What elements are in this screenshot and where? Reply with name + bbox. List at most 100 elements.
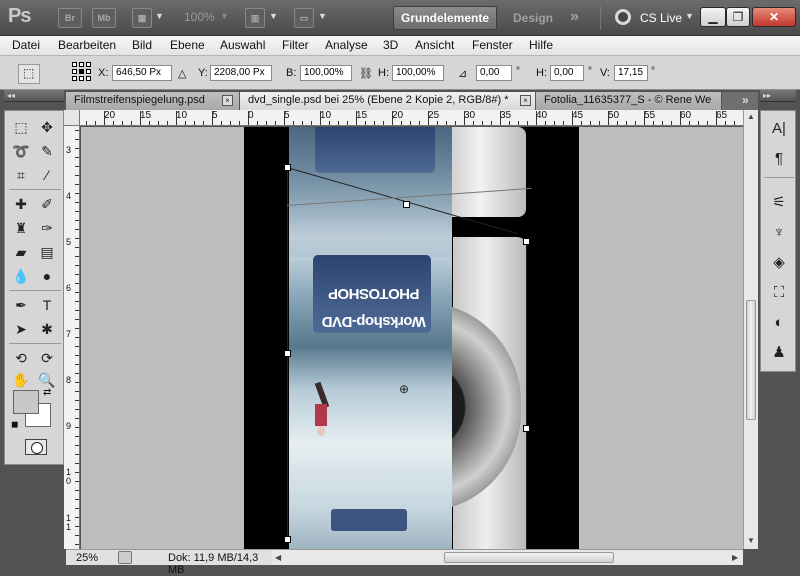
width-scale-field[interactable]: 100,00% <box>300 65 352 81</box>
menu-bearbeiten[interactable]: Bearbeiten <box>58 38 116 52</box>
toolbox-collapse-bar[interactable]: ◂◂ <box>4 90 64 102</box>
paragraph-panel-icon[interactable]: ¶ <box>767 147 791 169</box>
view-extras-button[interactable]: ▦ <box>132 8 152 28</box>
ruler-origin[interactable] <box>64 110 80 126</box>
marquee-tool-icon[interactable]: ⬚ <box>10 116 32 138</box>
chevron-down-icon[interactable]: ▼ <box>269 11 278 21</box>
chevron-down-icon[interactable]: ▼ <box>220 11 229 21</box>
scroll-up-icon[interactable]: ▲ <box>747 112 755 121</box>
move-tool-icon[interactable]: ✥ <box>36 116 58 138</box>
tab-filmstreifenspiegelung[interactable]: Filmstreifenspiegelung.psd <box>66 92 240 110</box>
transform-handle[interactable] <box>403 201 410 208</box>
tool-preset-picker[interactable]: ⬚ <box>18 64 40 84</box>
vertical-ruler[interactable]: 3 4 5 6 7 8 9 10 11 <box>64 126 80 549</box>
type-tool-icon[interactable]: T <box>36 294 58 316</box>
mini-bridge-button[interactable]: Mb <box>92 8 116 28</box>
clone-source-panel-icon[interactable]: ♟ <box>767 341 791 363</box>
relative-position-icon[interactable]: △ <box>178 67 186 80</box>
character-panel-icon[interactable]: A| <box>767 117 791 139</box>
more-tabs-button[interactable]: » <box>742 93 749 107</box>
y-position-field[interactable]: 2208,00 Px <box>210 65 272 81</box>
horizontal-skew-field[interactable]: 0,00 <box>550 65 584 81</box>
quick-selection-tool-icon[interactable]: ✎ <box>36 140 58 162</box>
menu-filter[interactable]: Filter <box>282 38 309 52</box>
3d-orbit-tool-icon[interactable]: ⟳ <box>36 347 58 369</box>
scroll-right-icon[interactable]: ▶ <box>732 553 738 562</box>
scroll-left-icon[interactable]: ◀ <box>275 553 281 562</box>
history-brush-tool-icon[interactable]: ✑ <box>36 217 58 239</box>
styles-panel-icon[interactable]: ◐ <box>767 311 791 333</box>
status-info-icon[interactable] <box>118 551 132 564</box>
close-tab-button[interactable]: × <box>520 95 531 106</box>
quick-mask-button[interactable] <box>25 439 47 455</box>
panel-dock-collapse-bar[interactable]: ▸▸ <box>760 90 796 102</box>
menu-analyse[interactable]: Analyse <box>325 38 368 52</box>
screen-mode-button[interactable]: ▭ <box>294 8 314 28</box>
pen-tool-icon[interactable]: ✒ <box>10 294 32 316</box>
menu-auswahl[interactable]: Auswahl <box>220 38 265 52</box>
scroll-down-icon[interactable]: ▼ <box>747 536 755 545</box>
canvas-area[interactable]: PHOTOSHOP Workshop-DVD ⊕ <box>81 127 743 549</box>
paths-panel-icon[interactable]: ⛶ <box>767 281 791 303</box>
more-workspaces-button[interactable]: » <box>570 8 579 26</box>
bridge-button[interactable]: Br <box>58 8 82 28</box>
workspace-design[interactable]: Design <box>513 11 553 25</box>
chevron-down-icon[interactable]: ▼ <box>318 11 327 21</box>
horizontal-scrollbar[interactable]: ◀ ▶ <box>272 549 743 565</box>
eraser-tool-icon[interactable]: ▰ <box>10 241 32 263</box>
lasso-tool-icon[interactable]: ➰ <box>10 140 32 162</box>
3d-rotate-tool-icon[interactable]: ⟲ <box>10 347 32 369</box>
transform-handle[interactable] <box>284 350 291 357</box>
menu-ebene[interactable]: Ebene <box>170 38 205 52</box>
height-scale-field[interactable]: 100,00% <box>392 65 444 81</box>
close-window-button[interactable]: ✕ <box>752 7 796 27</box>
layers-panel-icon[interactable]: ◈ <box>767 251 791 273</box>
gradient-tool-icon[interactable]: ▤ <box>36 241 58 263</box>
default-colors-icon[interactable]: ◼ <box>11 419 18 430</box>
path-selection-tool-icon[interactable]: ➤ <box>10 318 32 340</box>
tab-fotolia[interactable]: Fotolia_11635377_S - © Rene We <box>536 92 722 110</box>
brush-tool-icon[interactable]: ✐ <box>36 193 58 215</box>
eyedropper-tool-icon[interactable]: ⁄ <box>36 164 58 186</box>
vertical-scroll-thumb[interactable] <box>746 300 756 420</box>
restore-button[interactable]: ❐ <box>726 7 750 27</box>
workspace-grundelemente[interactable]: Grundelemente <box>393 6 497 30</box>
foreground-color-swatch[interactable] <box>13 390 39 414</box>
rotation-field[interactable]: 0,00 <box>476 65 512 81</box>
adjustments-panel-icon[interactable]: ⚟ <box>767 191 791 213</box>
custom-shape-tool-icon[interactable]: ✱ <box>36 318 58 340</box>
swap-colors-icon[interactable]: ⇄ <box>43 387 51 398</box>
menu-fenster[interactable]: Fenster <box>472 38 513 52</box>
blur-tool-icon[interactable]: 💧 <box>10 265 32 287</box>
minimize-button[interactable]: ▁ <box>700 7 726 27</box>
chevron-down-icon[interactable]: ▼ <box>155 11 164 21</box>
dodge-tool-icon[interactable]: ● <box>36 265 58 287</box>
menu-ansicht[interactable]: Ansicht <box>415 38 454 52</box>
crop-tool-icon[interactable]: ⌗ <box>10 164 32 186</box>
arrange-documents-button[interactable]: ▥ <box>245 8 265 28</box>
status-zoom[interactable]: 25% <box>76 552 98 564</box>
transform-handle[interactable] <box>284 536 291 543</box>
menu-bild[interactable]: Bild <box>132 38 152 52</box>
transform-handle[interactable] <box>523 238 530 245</box>
link-icon[interactable]: ⛓ <box>359 67 373 80</box>
vertical-skew-field[interactable]: 17,15 <box>614 65 648 81</box>
reference-point-locator[interactable] <box>72 62 92 82</box>
cs-live-button[interactable]: CS Live <box>640 11 682 25</box>
tab-dvd-single[interactable]: dvd_single.psd bei 25% (Ebene 2 Kopie 2,… <box>240 92 536 110</box>
close-tab-button[interactable]: × <box>222 95 233 106</box>
menu-hilfe[interactable]: Hilfe <box>529 38 553 52</box>
hand-tool-icon[interactable]: ✋ <box>10 369 32 391</box>
horizontal-scroll-thumb[interactable] <box>444 552 614 563</box>
zoom-level[interactable]: 100% <box>184 10 215 24</box>
clone-stamp-tool-icon[interactable]: ♜ <box>10 217 32 239</box>
vertical-scrollbar[interactable]: ▲ ▼ <box>743 110 758 549</box>
healing-brush-tool-icon[interactable]: ✚ <box>10 193 32 215</box>
x-position-field[interactable]: 646,50 Px <box>112 65 172 81</box>
chevron-down-icon[interactable]: ▼ <box>685 11 694 21</box>
menu-datei[interactable]: Datei <box>12 38 40 52</box>
transform-handle[interactable] <box>523 425 530 432</box>
horizontal-ruler[interactable]: 20 15 10 5 0 5 10 15 20 25 30 35 40 45 50 55 60 65 <box>80 110 743 126</box>
transform-handle[interactable] <box>284 164 291 171</box>
menu-3d[interactable]: 3D <box>383 38 398 52</box>
